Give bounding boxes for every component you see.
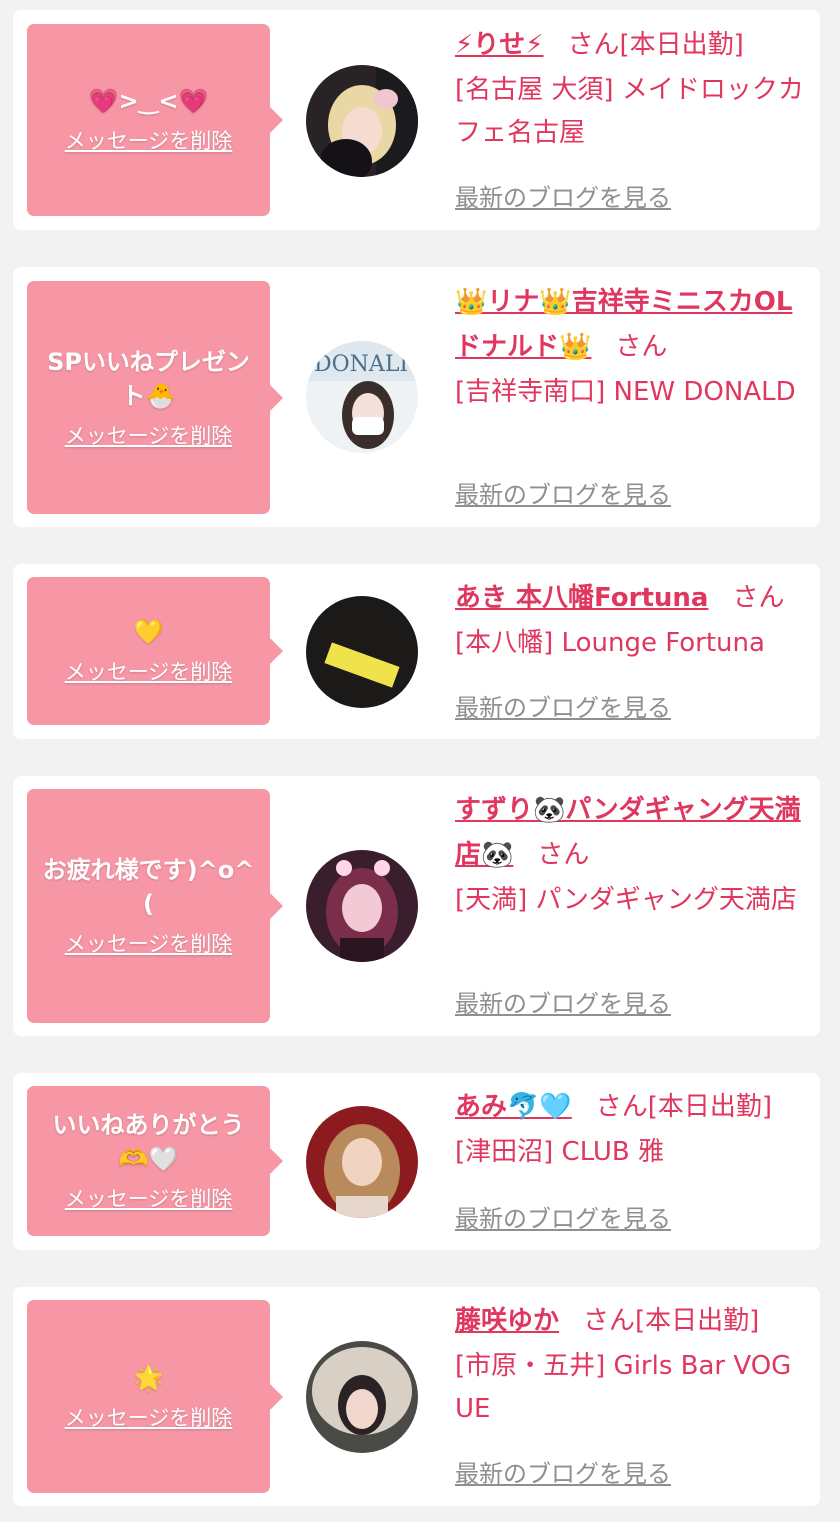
san-suffix: さん <box>595 1092 648 1122</box>
message-text: 💛 <box>133 618 164 646</box>
message-text: お疲れ様です)^o^( <box>42 856 255 918</box>
message-card: 🌟 メッセージを削除 藤咲ゆか さん[本日出勤] [市原・五井] Girls Ba… <box>13 1287 820 1506</box>
avatar[interactable] <box>306 850 418 962</box>
view-blog-link[interactable]: 最新のブログを見る <box>455 1199 671 1234</box>
avatar[interactable] <box>306 1106 418 1218</box>
message-bubble: 💗>‿<💗 メッセージを削除 <box>27 24 283 216</box>
photo-yellow-card-icon <box>306 596 418 708</box>
message-card: お疲れ様です)^o^( メッセージを削除 すずり🐼パンダギャング天満店🐼 さん [… <box>13 776 820 1036</box>
message-list: 💗>‿<💗 メッセージを削除 ⚡りせ⚡ さん[本日出勤] [名古屋 大須] メイド… <box>0 0 840 1522</box>
view-blog-link[interactable]: 最新のブログを見る <box>455 984 671 1019</box>
message-bubble: いいねありがとう🫶🤍 メッセージを削除 <box>27 1086 283 1236</box>
delete-message-link[interactable]: メッセージを削除 <box>65 126 233 156</box>
cast-info: 藤咲ゆか さん[本日出勤] [市原・五井] Girls Bar VOGUE <box>455 1300 805 1431</box>
message-card: SPいいねプレゼント🐣 メッセージを削除 DONALI 👑リナ👑吉祥寺ミニスカO… <box>13 267 820 527</box>
delete-message-link[interactable]: メッセージを削除 <box>65 1184 233 1214</box>
photo-donald-sign-icon: DONALI <box>306 341 418 453</box>
san-suffix: さん <box>537 840 590 870</box>
cast-info: あみ🐬🩵 さん[本日出勤] [津田沼] CLUB 雅 <box>455 1086 805 1174</box>
today-status: [本日出勤] <box>647 1092 773 1122</box>
avatar[interactable]: DONALI <box>306 341 418 453</box>
delete-message-link[interactable]: メッセージを削除 <box>65 421 233 451</box>
avatar[interactable] <box>306 65 418 177</box>
cast-info: ⚡りせ⚡ さん[本日出勤] [名古屋 大須] メイドロックカフェ名古屋 <box>455 24 805 155</box>
avatar[interactable] <box>306 1341 418 1453</box>
today-status: [本日出勤] <box>619 30 744 60</box>
san-suffix: さん <box>567 30 620 60</box>
avatar[interactable] <box>306 596 418 708</box>
message-card: 💗>‿<💗 メッセージを削除 ⚡りせ⚡ さん[本日出勤] [名古屋 大須] メイド… <box>13 10 820 230</box>
shop-name: [市原・五井] Girls Bar VOGUE <box>455 1351 792 1424</box>
san-suffix: さん <box>615 332 668 362</box>
delete-message-link[interactable]: メッセージを削除 <box>65 657 233 687</box>
shop-name: [本八幡] Lounge Fortuna <box>455 628 765 658</box>
message-bubble: 💛 メッセージを削除 <box>27 577 283 725</box>
photo-blonde-woman-icon <box>306 65 418 177</box>
message-text: SPいいねプレゼント🐣 <box>47 347 250 410</box>
cast-name-link[interactable]: すずり🐼パンダギャング天満店🐼 <box>455 795 801 870</box>
view-blog-link[interactable]: 最新のブログを見る <box>455 475 671 510</box>
photo-woman-red-bg-icon <box>306 1106 418 1218</box>
message-card: いいねありがとう🫶🤍 メッセージを削除 あみ🐬🩵 さん[本日出勤] [津田沼] C… <box>13 1073 820 1250</box>
delete-message-link[interactable]: メッセージを削除 <box>65 1403 233 1433</box>
cast-name-link[interactable]: ⚡りせ⚡ <box>455 30 544 60</box>
cast-name-link[interactable]: あみ🐬🩵 <box>455 1092 572 1122</box>
svg-text:DONALI: DONALI <box>314 352 408 377</box>
message-card: 💛 メッセージを削除 あき 本八幡Fortuna さん [本八幡] Lounge … <box>13 564 820 739</box>
shop-name: [吉祥寺南口] NEW DONALD <box>455 377 796 407</box>
cast-info: あき 本八幡Fortuna さん [本八幡] Lounge Fortuna <box>455 577 805 665</box>
shop-name: [津田沼] CLUB 雅 <box>455 1137 665 1167</box>
photo-pink-hair-woman-icon <box>306 850 418 962</box>
message-text: 💗>‿<💗 <box>88 87 209 115</box>
cast-name-link[interactable]: あき 本八幡Fortuna <box>455 583 708 613</box>
view-blog-link[interactable]: 最新のブログを見る <box>455 1454 671 1489</box>
message-bubble: お疲れ様です)^o^( メッセージを削除 <box>27 789 283 1023</box>
message-bubble: SPいいねプレゼント🐣 メッセージを削除 <box>27 281 283 514</box>
message-text: いいねありがとう🫶🤍 <box>52 1111 245 1173</box>
san-suffix: さん <box>583 1306 636 1336</box>
view-blog-link[interactable]: 最新のブログを見る <box>455 688 671 723</box>
message-bubble: 🌟 メッセージを削除 <box>27 1300 283 1493</box>
san-suffix: さん <box>732 583 785 613</box>
cast-info: 👑リナ👑吉祥寺ミニスカOLドナルド👑 さん [吉祥寺南口] NEW DONALD <box>455 281 805 414</box>
shop-name: [名古屋 大須] メイドロックカフェ名古屋 <box>455 75 804 148</box>
cast-name-link[interactable]: 藤咲ゆか <box>455 1306 559 1336</box>
today-status: [本日出勤] <box>635 1306 760 1336</box>
shop-name: [天満] パンダギャング天満店 <box>455 885 797 915</box>
cast-info: すずり🐼パンダギャング天満店🐼 さん [天満] パンダギャング天満店 <box>455 789 805 922</box>
delete-message-link[interactable]: メッセージを削除 <box>65 929 233 959</box>
photo-fur-hood-woman-icon <box>306 1341 418 1453</box>
view-blog-link[interactable]: 最新のブログを見る <box>455 178 671 213</box>
message-text: 🌟 <box>133 1363 164 1392</box>
